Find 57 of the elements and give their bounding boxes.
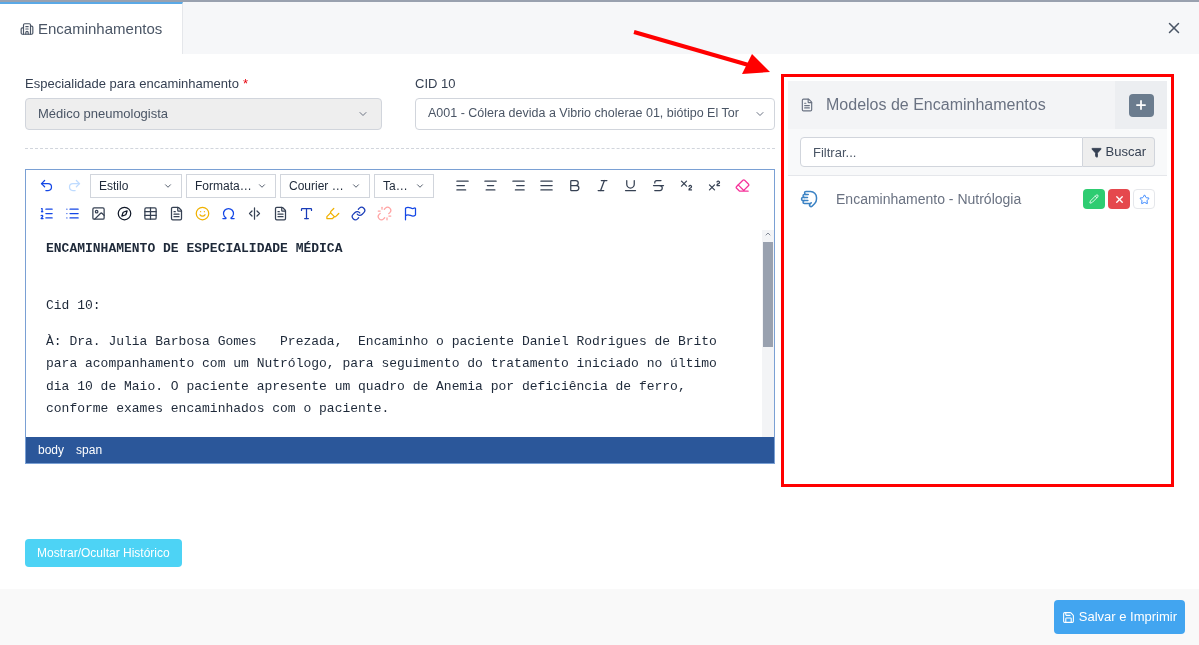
align-right-icon (510, 178, 526, 193)
text-color-icon (298, 206, 314, 221)
numbered-list-icon (38, 206, 54, 221)
toolbar-dropdown[interactable]: Estilo (90, 173, 182, 198)
document-heading: ENCAMINHAMENTO DE ESPECIALIDADE MÉDICA (46, 239, 344, 258)
star-icon (1138, 193, 1150, 205)
required-mark: * (242, 75, 248, 93)
toolbar-dropdown[interactable]: Formata… (186, 173, 276, 198)
page-break-icon (246, 206, 262, 221)
unlink-icon (376, 206, 392, 221)
anchor-icon (402, 206, 418, 221)
search-button[interactable]: Buscar (1082, 137, 1155, 167)
element-path[interactable]: span (76, 440, 103, 459)
element-path[interactable]: body (38, 440, 65, 459)
superscript-icon (706, 178, 722, 193)
add-button[interactable] (1128, 93, 1154, 117)
field-label: CID 10 (415, 75, 457, 93)
pointing-hand-icon (800, 190, 819, 208)
table-icon (142, 206, 158, 221)
underline-icon (622, 178, 638, 193)
hospital-icon (20, 22, 34, 36)
text-block-icon (168, 206, 184, 221)
italic-icon (594, 178, 610, 193)
toolbar-dropdown[interactable]: Courier … (280, 173, 370, 198)
document-paragraph: À: Dra. Julia Barbosa Gomes Prezada, Encaminho o paciente Daniel Rodrigues de Brito para acompanhamento com um Nutrólogo, para seguimento do tratamento iniciado no último dia 10 de Maio. O paciente apresente um quadro de Anemia por deficiência de ferro, conforme exames encaminhados com o paciente. (46, 332, 718, 418)
close-icon (1113, 193, 1125, 205)
plus-icon (1134, 98, 1148, 112)
compass-icon (116, 206, 132, 221)
image-icon (90, 206, 106, 221)
bullet-list-icon (64, 206, 80, 221)
redo-icon (66, 178, 82, 193)
subscript-icon (678, 178, 694, 193)
delete-button[interactable] (1108, 189, 1130, 209)
filter-field[interactable]: Filtrar... (800, 137, 1083, 167)
special-character-icon (220, 206, 236, 221)
align-left-icon (454, 178, 470, 193)
document-icon (800, 98, 815, 112)
justify-icon (538, 178, 554, 193)
scrollbar-thumb[interactable] (763, 241, 774, 347)
edit-icon (1089, 194, 1099, 204)
emoji-icon (194, 206, 210, 221)
cid-select[interactable]: A001 - Cólera devida a Vibrio cholerae 01, biótipo El Tor (415, 97, 776, 130)
page-icon (272, 206, 288, 221)
panel-title: Modelos de Encaminhamentos (826, 95, 1046, 115)
link-icon (350, 206, 366, 221)
field-label: Especialidade para encaminhamento (25, 75, 239, 93)
undo-icon (38, 178, 54, 193)
tab[interactable]: Encaminhamentos (0, 2, 184, 54)
eraser-icon (734, 178, 750, 193)
align-center-icon (482, 178, 498, 193)
strikethrough-icon (650, 178, 666, 193)
save-icon (1061, 610, 1075, 624)
highlight-icon (324, 206, 340, 221)
document-paragraph: Cid 10: (46, 297, 102, 315)
model-item[interactable]: Encaminhamento - Nutrólogia (836, 188, 1083, 210)
toolbar-dropdown[interactable]: Ta… (374, 173, 434, 198)
filter-icon (1090, 146, 1102, 158)
